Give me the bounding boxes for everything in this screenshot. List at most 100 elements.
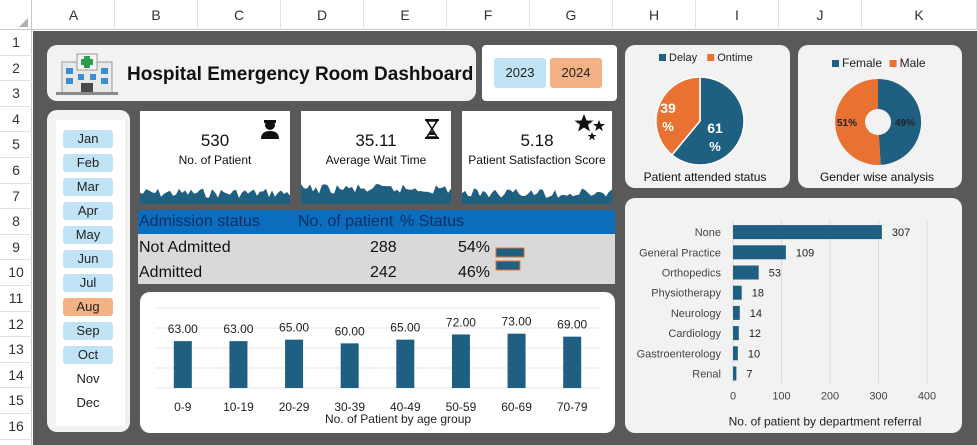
admission-row-pct: 46% xyxy=(458,264,491,281)
month-button-jun[interactable]: Jun xyxy=(63,250,113,268)
age-tick-label: 70-79 xyxy=(557,400,588,414)
month-button-apr[interactable]: Apr xyxy=(63,202,113,220)
column-header[interactable]: C xyxy=(198,0,281,30)
row-header[interactable]: 5 xyxy=(0,132,32,158)
age-tick-label: 0-9 xyxy=(174,400,192,414)
sparkline-area xyxy=(140,188,290,204)
age-bar xyxy=(340,343,359,388)
dept-bar-data-label: 10 xyxy=(748,348,760,360)
dept-bar xyxy=(733,285,742,300)
admission-share-bar xyxy=(495,260,521,271)
pie-data-label: 39 xyxy=(660,100,676,116)
row-header[interactable]: 13 xyxy=(0,337,32,363)
dept-category-label: Renal xyxy=(692,369,721,381)
admission-row-status: Admitted xyxy=(139,264,203,281)
admission-header-status: Admission status xyxy=(139,213,260,230)
donut-hole xyxy=(865,109,891,135)
dept-chart-axis-title: No. of patient by department referral xyxy=(729,415,922,429)
month-button-may[interactable]: May xyxy=(63,226,113,244)
age-bar-data-label: 72.00 xyxy=(446,315,476,329)
age-bar-data-label: 65.00 xyxy=(279,321,309,335)
admission-header-count: No. of patient xyxy=(298,213,394,230)
admission-share-bar xyxy=(495,247,525,258)
kpi-label: Patient Satisfaction Score xyxy=(468,153,606,167)
pie-data-label-unit: % xyxy=(662,119,674,134)
dept-x-tick-label: 300 xyxy=(869,391,887,403)
row-header[interactable]: 4 xyxy=(0,107,32,133)
age-tick-label: 10-19 xyxy=(223,400,254,414)
legend-entry: Male xyxy=(900,56,926,70)
hourglass-icon xyxy=(425,119,439,139)
legend-entry: Delay xyxy=(669,52,698,64)
column-header[interactable]: J xyxy=(779,0,862,30)
row-header-bar: 1 2 3 4 5 6 7 8 9 10 11 12 13 14 15 16 xyxy=(0,30,32,445)
hospital-icon xyxy=(56,52,118,101)
age-bar-data-label: 63.00 xyxy=(223,322,253,336)
month-button-nov[interactable]: Nov xyxy=(63,370,113,388)
row-header[interactable]: 16 xyxy=(0,414,32,440)
donut-data-label: 51% xyxy=(837,118,857,129)
column-header[interactable]: D xyxy=(281,0,364,30)
legend-entry: Ontime xyxy=(717,52,752,64)
dept-bar-data-label: 53 xyxy=(769,268,781,280)
column-header[interactable]: E xyxy=(364,0,447,30)
pie-data-label: 61 xyxy=(707,120,723,136)
month-button-jul[interactable]: Jul xyxy=(63,274,113,292)
dept-bar-data-label: 7 xyxy=(746,369,752,381)
admission-share-bars xyxy=(495,247,525,271)
row-header[interactable]: 9 xyxy=(0,235,32,261)
row-header[interactable]: 2 xyxy=(0,56,32,82)
row-header[interactable]: 7 xyxy=(0,184,32,210)
dept-x-tick-label: 400 xyxy=(918,391,936,403)
row-header[interactable]: 12 xyxy=(0,312,32,338)
column-header[interactable]: H xyxy=(613,0,696,30)
month-button-dec[interactable]: Dec xyxy=(63,394,113,412)
year-button-2023[interactable]: 2023 xyxy=(494,58,546,88)
kpi-card-patients: 530 No. of Patient xyxy=(140,111,290,204)
dept-bar xyxy=(733,265,759,280)
year-button-2024[interactable]: 2024 xyxy=(550,58,602,88)
dept-x-tick-label: 200 xyxy=(821,391,839,403)
month-button-aug[interactable]: Aug xyxy=(63,298,113,316)
legend-swatch xyxy=(889,60,897,67)
pie-data-label-unit: % xyxy=(709,139,721,154)
column-header[interactable]: A xyxy=(33,0,115,30)
row-header[interactable]: 6 xyxy=(0,158,32,184)
legend-swatch xyxy=(832,60,839,67)
column-header[interactable]: B xyxy=(115,0,198,30)
row-header[interactable]: 8 xyxy=(0,209,32,235)
donut-data-label: 49% xyxy=(895,118,915,129)
row-header[interactable]: 10 xyxy=(0,260,32,286)
stars-icon xyxy=(574,114,605,141)
age-bar-data-label: 73.00 xyxy=(502,315,532,329)
row-header[interactable]: 15 xyxy=(0,388,32,414)
age-bar xyxy=(507,333,526,388)
age-bar-data-label: 60.00 xyxy=(335,324,365,338)
column-header[interactable]: F xyxy=(447,0,530,30)
column-header[interactable]: K xyxy=(862,0,977,30)
select-all-corner[interactable] xyxy=(0,0,32,30)
column-header[interactable]: I xyxy=(696,0,779,30)
dept-category-label: Neurology xyxy=(671,308,722,320)
sparkline-area xyxy=(301,184,451,204)
dept-bar-data-label: 109 xyxy=(796,247,814,259)
admission-row-count: 242 xyxy=(370,264,397,281)
dept-category-label: Cardiology xyxy=(668,328,721,340)
kpi-card-satisfaction: 5.18 Patient Satisfaction Score xyxy=(462,111,612,204)
legend-entry: Female xyxy=(842,56,882,70)
month-button-jan[interactable]: Jan xyxy=(63,130,113,148)
month-button-mar[interactable]: Mar xyxy=(63,178,113,196)
column-header[interactable]: G xyxy=(530,0,613,30)
attended-status-pie-chart: Delay Ontime 61% 39% Patient attended status xyxy=(644,52,767,184)
month-button-sep[interactable]: Sep xyxy=(63,322,113,340)
dept-category-label: Gastroenterology xyxy=(637,348,722,360)
row-header[interactable]: 11 xyxy=(0,286,32,312)
row-header[interactable]: 1 xyxy=(0,30,32,56)
row-header[interactable]: 3 xyxy=(0,81,32,107)
month-button-feb[interactable]: Feb xyxy=(63,154,113,172)
age-bar xyxy=(285,339,304,388)
month-button-oct[interactable]: Oct xyxy=(63,346,113,364)
row-header[interactable]: 14 xyxy=(0,363,32,389)
kpi-label: Average Wait Time xyxy=(325,153,427,167)
dept-bar xyxy=(733,366,737,381)
